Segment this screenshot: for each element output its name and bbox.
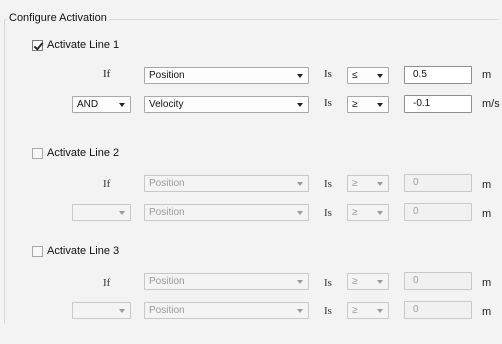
- chevron-down-icon: [297, 211, 303, 215]
- is-label: Is: [324, 305, 332, 317]
- chevron-down-icon: [119, 309, 125, 313]
- is-label: Is: [324, 207, 332, 219]
- variable-select[interactable]: Velocity: [144, 96, 309, 113]
- unit-label: m/s: [482, 98, 500, 110]
- operator-select[interactable]: ≤: [347, 67, 389, 84]
- chevron-down-icon: [297, 182, 303, 186]
- chevron-down-icon: [297, 309, 303, 313]
- value-input[interactable]: -0.1: [404, 95, 472, 113]
- value-input[interactable]: 0: [404, 272, 472, 290]
- is-label: Is: [324, 68, 332, 80]
- variable-select[interactable]: Position: [144, 67, 309, 84]
- variable-select[interactable]: Position: [144, 175, 309, 192]
- group-title: Configure Activation: [7, 12, 109, 25]
- variable-select[interactable]: Position: [144, 273, 309, 290]
- variable-value: Position: [149, 178, 185, 189]
- logic-select[interactable]: [72, 204, 131, 221]
- operator-select[interactable]: ≥: [347, 96, 389, 113]
- chevron-down-icon: [377, 74, 383, 78]
- if-label: If: [103, 277, 111, 289]
- variable-value: Position: [149, 305, 185, 316]
- operator-value: ≥: [352, 207, 358, 218]
- activate-line-1-label: Activate Line 1: [47, 39, 120, 51]
- is-label: Is: [324, 178, 332, 190]
- operator-select[interactable]: ≥: [347, 204, 389, 221]
- checkbox-icon[interactable]: [32, 147, 43, 159]
- checkbox-icon[interactable]: [32, 39, 43, 51]
- checkbox-icon[interactable]: [32, 245, 43, 257]
- unit-label: m: [482, 179, 492, 191]
- activate-line-2-toggle[interactable]: Activate Line 2: [32, 146, 119, 160]
- chevron-down-icon: [297, 74, 303, 78]
- activation-line-1: Activate Line 1 If Position Is ≤ 0.5 m A…: [0, 38, 502, 138]
- chevron-down-icon: [119, 103, 125, 107]
- logic-select[interactable]: AND: [72, 96, 131, 113]
- logic-value: AND: [77, 99, 99, 110]
- chevron-down-icon: [377, 309, 383, 313]
- activate-line-3-toggle[interactable]: Activate Line 3: [32, 244, 119, 258]
- value-input[interactable]: 0: [404, 301, 472, 319]
- value-input[interactable]: 0: [404, 203, 472, 221]
- activate-line-3-label: Activate Line 3: [47, 245, 120, 257]
- chevron-down-icon: [377, 182, 383, 186]
- chevron-down-icon: [297, 280, 303, 284]
- variable-select[interactable]: Position: [144, 204, 309, 221]
- operator-select[interactable]: ≥: [347, 175, 389, 192]
- is-label: Is: [324, 277, 332, 289]
- chevron-down-icon: [377, 280, 383, 284]
- operator-value: ≥: [352, 276, 358, 287]
- value-input[interactable]: 0.5: [404, 66, 472, 84]
- is-label: Is: [324, 97, 332, 109]
- operator-value: ≥: [352, 305, 358, 316]
- chevron-down-icon: [377, 103, 383, 107]
- unit-label: m: [482, 277, 492, 289]
- operator-value: ≥: [352, 99, 358, 110]
- operator-value: ≥: [352, 178, 358, 189]
- logic-select[interactable]: [72, 302, 131, 319]
- activation-line-3: Activate Line 3 If Position Is ≥ 0 m Pos…: [0, 244, 502, 344]
- unit-label: m: [482, 306, 492, 318]
- operator-select[interactable]: ≥: [347, 302, 389, 319]
- operator-value: ≤: [352, 70, 358, 81]
- activation-line-2: Activate Line 2 If Position Is ≥ 0 m Pos…: [0, 146, 502, 246]
- variable-value: Position: [149, 207, 185, 218]
- variable-value: Velocity: [149, 99, 184, 110]
- chevron-down-icon: [119, 211, 125, 215]
- variable-select[interactable]: Position: [144, 302, 309, 319]
- unit-label: m: [482, 208, 492, 220]
- variable-value: Position: [149, 276, 185, 287]
- operator-select[interactable]: ≥: [347, 273, 389, 290]
- activate-line-1-toggle[interactable]: Activate Line 1: [32, 38, 119, 52]
- activate-line-2-label: Activate Line 2: [47, 147, 120, 159]
- value-input[interactable]: 0: [404, 174, 472, 192]
- if-label: If: [103, 68, 111, 80]
- chevron-down-icon: [297, 103, 303, 107]
- variable-value: Position: [149, 70, 185, 81]
- chevron-down-icon: [377, 211, 383, 215]
- if-label: If: [103, 178, 111, 190]
- unit-label: m: [482, 69, 492, 81]
